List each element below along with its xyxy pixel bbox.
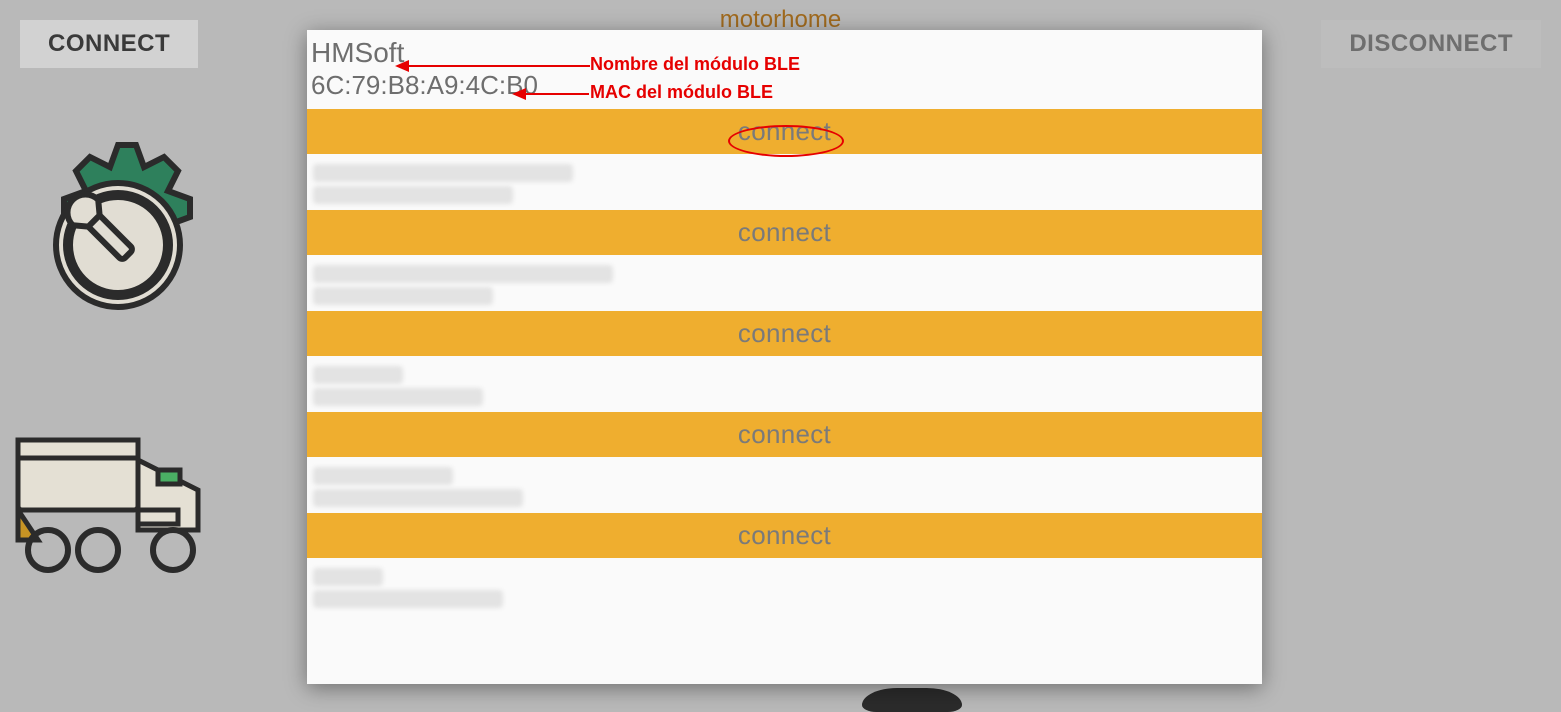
annotation-name-label: Nombre del módulo BLE: [590, 54, 800, 75]
device-connect-button[interactable]: connect: [307, 311, 1262, 356]
device-row: [307, 558, 1262, 614]
device-connect-button[interactable]: connect: [307, 412, 1262, 457]
device-row: [307, 255, 1262, 311]
device-mac-blurred: [313, 186, 513, 204]
content-shadow: [862, 688, 962, 712]
connect-button[interactable]: CONNECT: [20, 20, 198, 68]
device-name-blurred: [313, 164, 573, 182]
disconnect-button[interactable]: DISCONNECT: [1321, 20, 1541, 68]
device-name-blurred: [313, 265, 613, 283]
device-list-dialog: HMSoft 6C:79:B8:A9:4C:B0 connect connect…: [307, 30, 1262, 684]
device-mac-blurred: [313, 287, 493, 305]
device-mac-blurred: [313, 388, 483, 406]
gear-wrench-icon[interactable]: [8, 120, 228, 340]
annotation-mac-label: MAC del módulo BLE: [590, 82, 773, 103]
device-connect-button[interactable]: connect: [307, 513, 1262, 558]
device-mac-label: 6C:79:B8:A9:4C:B0: [307, 70, 1262, 109]
motorhome-icon[interactable]: [8, 420, 208, 580]
device-connect-button[interactable]: connect: [307, 210, 1262, 255]
device-connect-button[interactable]: connect: [307, 109, 1262, 154]
device-row: [307, 457, 1262, 513]
device-name-blurred: [313, 467, 453, 485]
device-name-blurred: [313, 568, 383, 586]
device-name-blurred: [313, 366, 403, 384]
device-mac-blurred: [313, 590, 503, 608]
device-row: [307, 154, 1262, 210]
device-row: [307, 356, 1262, 412]
device-mac-blurred: [313, 489, 523, 507]
